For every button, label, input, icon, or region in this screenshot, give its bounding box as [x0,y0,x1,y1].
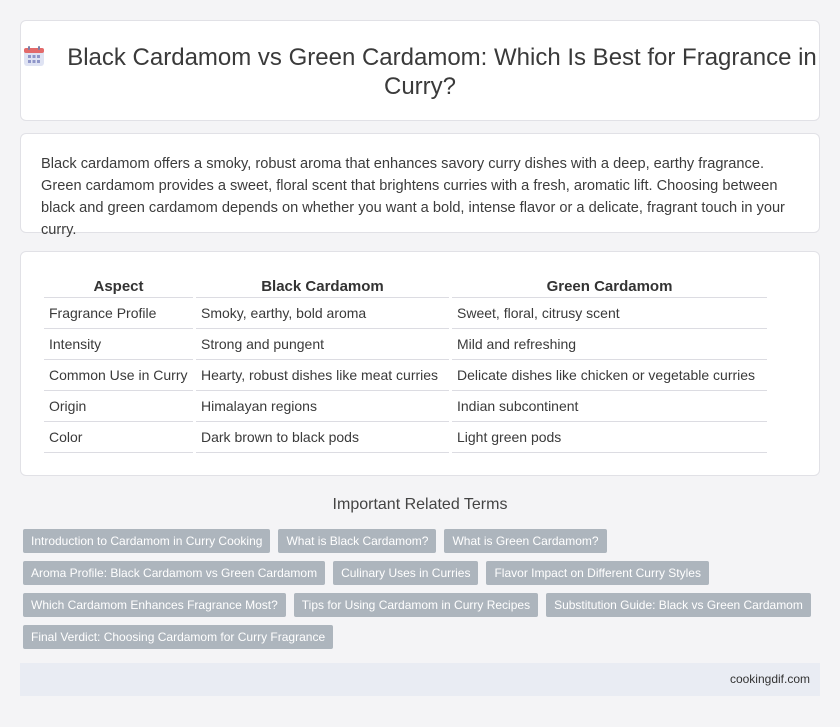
comparison-table: Aspect Black Cardamom Green Cardamom Fra… [41,276,770,453]
related-terms-heading: Important Related Terms [332,496,508,513]
column-header-aspect: Aspect [44,276,193,298]
table-cell: Himalayan regions [196,391,449,422]
calendar-icon [23,45,45,67]
page-title-block: Black Cardamom vs Green Cardamom: Which … [21,43,819,101]
table-cell: Smoky, earthy, bold aroma [196,298,449,329]
table-cell: Delicate dishes like chicken or vegetabl… [452,360,767,391]
tag-row: Final Verdict: Choosing Cardamom for Cur… [23,625,813,649]
title-card: Black Cardamom vs Green Cardamom: Which … [20,20,820,121]
comparison-card: Aspect Black Cardamom Green Cardamom Fra… [20,251,820,476]
related-term-tag[interactable]: What is Black Cardamom? [278,529,437,553]
table-cell: Light green pods [452,422,767,453]
table-cell: Intensity [44,329,193,360]
table-row: Common Use in Curry Hearty, robust dishe… [44,360,767,391]
table-row: Color Dark brown to black pods Light gre… [44,422,767,453]
related-term-tag[interactable]: Flavor Impact on Different Curry Styles [486,561,709,585]
related-term-tag[interactable]: Which Cardamom Enhances Fragrance Most? [23,593,286,617]
tag-row: Which Cardamom Enhances Fragrance Most? … [23,593,813,617]
table-row: Intensity Strong and pungent Mild and re… [44,329,767,360]
site-credit-link[interactable]: cookingdif.com [730,672,810,686]
table-cell: Color [44,422,193,453]
table-cell: Indian subcontinent [452,391,767,422]
related-term-tag[interactable]: Tips for Using Cardamom in Curry Recipes [293,593,539,617]
page-title: Black Cardamom vs Green Cardamom: Which … [67,44,817,100]
table-row: Origin Himalayan regions Indian subconti… [44,391,767,422]
table-cell: Mild and refreshing [452,329,767,360]
table-header-row: Aspect Black Cardamom Green Cardamom [44,276,767,298]
footer-bar: cookingdif.com [20,663,820,696]
related-term-tag[interactable]: What is Green Cardamom? [444,529,607,553]
column-header-black: Black Cardamom [196,276,449,298]
related-term-tag[interactable]: Aroma Profile: Black Cardamom vs Green C… [23,561,326,585]
table-cell: Fragrance Profile [44,298,193,329]
tag-row: Introduction to Cardamom in Curry Cookin… [23,529,813,553]
tag-row: Aroma Profile: Black Cardamom vs Green C… [23,561,813,585]
intro-paragraph: Black cardamom offers a smoky, robust ar… [41,156,785,238]
table-cell: Dark brown to black pods [196,422,449,453]
table-cell: Origin [44,391,193,422]
table-cell: Common Use in Curry [44,360,193,391]
related-term-tag[interactable]: Introduction to Cardamom in Curry Cookin… [23,529,271,553]
column-header-green: Green Cardamom [452,276,767,298]
related-term-tag[interactable]: Substitution Guide: Black vs Green Carda… [546,593,811,617]
related-terms-list: Introduction to Cardamom in Curry Cookin… [23,529,813,657]
table-cell: Sweet, floral, citrusy scent [452,298,767,329]
table-cell: Strong and pungent [196,329,449,360]
related-term-tag[interactable]: Culinary Uses in Curries [333,561,479,585]
related-term-tag[interactable]: Final Verdict: Choosing Cardamom for Cur… [23,625,334,649]
intro-card: Black cardamom offers a smoky, robust ar… [20,133,820,238]
table-row: Fragrance Profile Smoky, earthy, bold ar… [44,298,767,329]
table-cell: Hearty, robust dishes like meat curries [196,360,449,391]
